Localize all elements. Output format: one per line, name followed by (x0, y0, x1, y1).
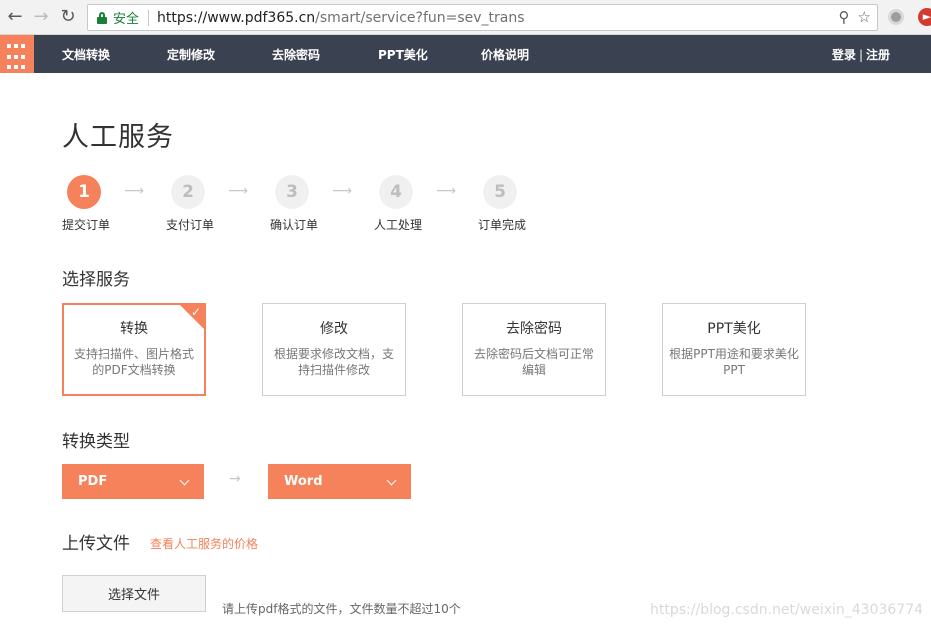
service-card-convert[interactable]: ✓ 转换 支持扫描件、图片格式的PDF文档转换 (62, 303, 206, 396)
forward-icon[interactable]: → (29, 5, 53, 29)
extension-icon[interactable] (888, 9, 904, 25)
service-desc: 支持扫描件、图片格式的PDF文档转换 (73, 347, 194, 377)
service-card-ppt-beautify[interactable]: PPT美化 根据PPT用途和要求美化PPT (662, 303, 806, 396)
step-2-circle: 2 (171, 175, 205, 209)
step-5-circle: 5 (483, 175, 517, 209)
service-desc: 去除密码后文档可正常编辑 (473, 347, 594, 377)
service-card-remove-password[interactable]: 去除密码 去除密码后文档可正常编辑 (462, 303, 606, 396)
service-desc: 根据PPT用途和要求美化PPT (669, 347, 799, 377)
service-name: PPT美化 (707, 321, 761, 337)
check-icon: ✓ (190, 305, 201, 319)
service-name: 去除密码 (506, 321, 562, 337)
step-arrow-icon: ⟶ (435, 183, 457, 199)
upload-heading: 上传文件 (62, 534, 130, 554)
step-arrow-icon: ⟶ (123, 183, 145, 199)
address-bar[interactable]: 安全 https://www.pdf365.cn/smart/service?f… (87, 4, 878, 31)
nav-item-custom-edit[interactable]: 定制修改 (167, 46, 215, 63)
view-price-link[interactable]: 查看人工服务的价格 (150, 535, 258, 552)
service-name: 修改 (320, 321, 348, 337)
zoom-icon[interactable]: ⚲ (839, 8, 850, 26)
browser-toolbar: ← → ↻ 安全 https://www.pdf365.cn/smart/ser… (0, 0, 931, 35)
target-format-value: Word (284, 474, 323, 489)
lock-icon (97, 11, 107, 24)
auth-links: 登录 | 注册 (832, 46, 890, 63)
target-format-dropdown[interactable]: Word (268, 464, 411, 499)
app-grid-icon[interactable] (0, 35, 34, 73)
address-separator (148, 9, 150, 26)
step-5-label: 订单完成 (478, 218, 527, 232)
nav-item-ppt-beautify[interactable]: PPT美化 (378, 46, 428, 63)
page-title: 人工服务 (62, 122, 174, 153)
step-3-circle: 3 (275, 175, 309, 209)
select-service-heading: 选择服务 (62, 270, 130, 290)
register-link[interactable]: 注册 (866, 48, 890, 62)
chevron-down-icon (386, 475, 397, 486)
step-1-circle: 1 (67, 175, 101, 209)
login-link[interactable]: 登录 (832, 48, 856, 62)
nav-item-doc-convert[interactable]: 文档转换 (62, 46, 110, 63)
step-arrow-icon: ⟶ (331, 183, 353, 199)
service-card-edit[interactable]: 修改 根据要求修改文档，支持扫描件修改 (262, 303, 406, 396)
step-1-label: 提交订单 (62, 218, 111, 232)
url-path: /smart/service?fun=sev_trans (315, 9, 525, 26)
upload-hint: 请上传pdf格式的文件，文件数量不超过10个 (222, 602, 461, 616)
choose-file-button[interactable]: 选择文件 (62, 575, 206, 612)
auth-separator: | (858, 48, 863, 62)
watermark: https://blog.csdn.net/weixin_43036774 (650, 602, 924, 618)
site-navbar: 文档转换 定制修改 去除密码 PPT美化 价格说明 登录 | 注册 (0, 35, 931, 73)
source-format-dropdown[interactable]: PDF (62, 464, 204, 499)
conversion-type-heading: 转换类型 (62, 432, 130, 452)
reload-icon[interactable]: ↻ (56, 5, 80, 29)
source-format-value: PDF (78, 474, 108, 489)
step-2-label: 支付订单 (166, 218, 215, 232)
step-4-label: 人工处理 (374, 218, 423, 232)
conversion-arrow-icon: → (229, 471, 241, 487)
step-4-circle: 4 (379, 175, 413, 209)
chevron-down-icon (179, 475, 190, 486)
secure-label: 安全 (113, 12, 140, 27)
nav-item-remove-password[interactable]: 去除密码 (272, 46, 320, 63)
extension-red-icon[interactable]: ► (918, 8, 931, 26)
url-host: https://www.pdf365.cn (157, 9, 316, 26)
step-3-label: 确认订单 (270, 218, 319, 232)
service-desc: 根据要求修改文档，支持扫描件修改 (273, 347, 394, 377)
nav-item-pricing[interactable]: 价格说明 (481, 46, 529, 63)
back-icon[interactable]: ← (3, 5, 27, 29)
step-arrow-icon: ⟶ (227, 183, 249, 199)
bookmark-star-icon[interactable]: ☆ (858, 8, 871, 26)
